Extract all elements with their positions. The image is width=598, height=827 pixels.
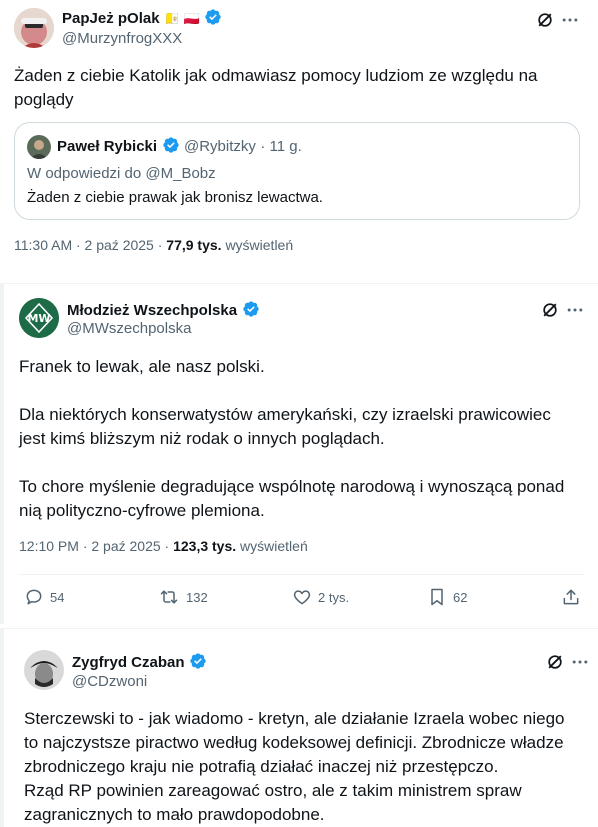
heart-icon	[293, 590, 311, 605]
verified-badge-icon	[190, 653, 206, 669]
mw-logo-icon: MW	[19, 298, 59, 338]
svg-text:MW: MW	[27, 312, 50, 325]
avatar[interactable]	[14, 8, 54, 48]
divider	[0, 628, 598, 629]
bookmark-icon	[431, 588, 443, 606]
share-icon[interactable]	[561, 587, 581, 607]
verified-badge-icon	[242, 301, 259, 317]
grok-icon[interactable]	[545, 652, 565, 672]
bookmark-button[interactable]: 62	[427, 587, 467, 607]
more-options-icon[interactable]	[565, 300, 585, 320]
more-options-icon[interactable]	[560, 10, 580, 30]
quoted-author-handle: @Rybitzky	[183, 138, 256, 155]
verified-badge-icon	[205, 9, 222, 25]
quoted-author-name: Paweł Rybicki	[57, 138, 158, 155]
flag-emojis: 🇻🇦 🇵🇱	[164, 11, 200, 26]
author-name[interactable]: Młodzież Wszechpolska	[67, 302, 237, 319]
more-options-icon[interactable]	[570, 652, 590, 672]
quoted-text: Żaden z ciebie prawak jak bronisz lewact…	[27, 189, 323, 206]
repost-icon	[160, 590, 178, 604]
views-count: 77,9 tys.	[166, 237, 222, 253]
verified-badge-icon	[162, 137, 179, 153]
reply-icon	[26, 589, 42, 605]
tweet-text: Franek to lewak, ale nasz polski. Dla ni…	[19, 357, 565, 520]
author-handle[interactable]: @MWszechpolska	[67, 320, 191, 337]
avatar-image	[24, 650, 64, 690]
timestamp[interactable]: 12:10 PM · 2 paź 2025 ·	[19, 538, 169, 554]
quoted-tweet-card[interactable]: Paweł Rybicki @Rybitzky · 11 g. W odpowi…	[14, 122, 580, 220]
avatar[interactable]	[24, 650, 64, 690]
thread-connector	[0, 629, 4, 827]
divider	[19, 574, 584, 575]
quoted-time: · 11 g.	[260, 138, 302, 155]
author-handle[interactable]: @MurzynfrogXXX	[62, 30, 182, 47]
repost-count: 132	[186, 589, 208, 605]
views-label: wyświetleń	[240, 538, 308, 554]
like-count: 2 tys.	[318, 589, 350, 605]
repost-button[interactable]: 132	[158, 587, 208, 607]
reply-button[interactable]: 54	[24, 587, 64, 607]
author-name[interactable]: Zygfryd Czaban	[72, 654, 185, 671]
reply-count: 54	[50, 589, 65, 605]
divider	[0, 283, 598, 284]
tweet-meta: 11:30 AM · 2 paź 2025 · 77,9 tys. wyświe…	[14, 237, 293, 253]
thread-connector	[0, 284, 4, 624]
views-count: 123,3 tys.	[173, 538, 237, 554]
quoted-avatar	[27, 135, 51, 159]
grok-icon[interactable]	[540, 300, 560, 320]
views-label: wyświetleń	[225, 237, 294, 253]
like-button[interactable]: 2 tys.	[292, 587, 349, 607]
avatar[interactable]: MW	[19, 298, 59, 338]
bookmark-count: 62	[453, 589, 468, 605]
tweet-text: Sterczewski to - jak wiadomo - kretyn, a…	[24, 709, 565, 824]
tweet-text: Żaden z ciebie Katolik jak odmawiasz pom…	[14, 66, 538, 109]
author-name[interactable]: PapJeż pOlak	[62, 10, 160, 27]
tweet-meta: 12:10 PM · 2 paź 2025 · 123,3 tys. wyświ…	[19, 538, 308, 554]
author-handle[interactable]: @CDzwoni	[72, 673, 147, 690]
grok-icon[interactable]	[535, 10, 555, 30]
quoted-avatar-image	[27, 135, 51, 159]
avatar-image	[14, 8, 54, 48]
timestamp[interactable]: 11:30 AM · 2 paź 2025 ·	[14, 237, 162, 253]
reply-to-label: W odpowiedzi do @M_Bobz	[27, 165, 216, 182]
